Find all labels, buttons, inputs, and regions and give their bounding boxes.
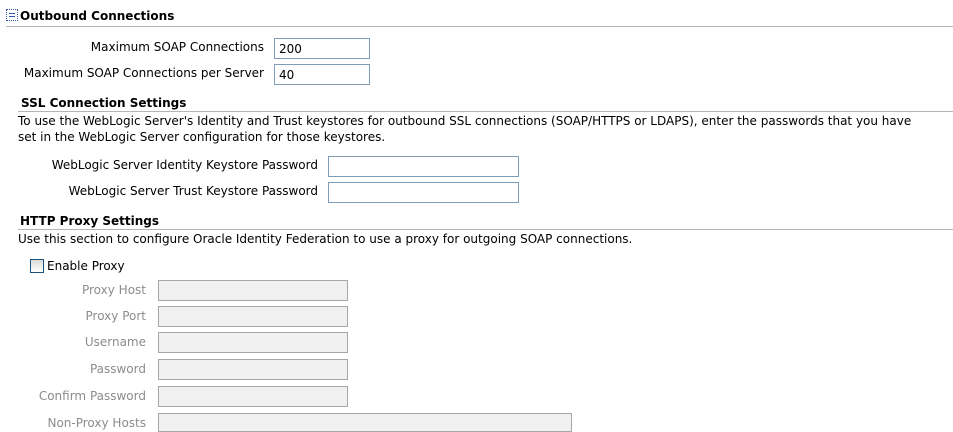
ssl-settings-title: SSL Connection Settings	[21, 96, 187, 110]
identity-keystore-password-input[interactable]	[328, 156, 519, 177]
max-soap-connections-per-server-label: Maximum SOAP Connections per Server	[23, 66, 264, 80]
outbound-connections-title: Outbound Connections	[20, 9, 175, 23]
proxy-host-input[interactable]	[158, 280, 348, 301]
max-soap-connections-input[interactable]: 200	[274, 38, 370, 59]
trust-keystore-password-label: WebLogic Server Trust Keystore Password	[68, 184, 318, 198]
proxy-username-input[interactable]	[158, 332, 348, 353]
max-soap-connections-per-server-input[interactable]: 40	[274, 64, 370, 85]
proxy-confirm-password-label: Confirm Password	[38, 389, 146, 403]
trust-keystore-password-input[interactable]	[328, 182, 519, 203]
proxy-description: Use this section to configure Oracle Ide…	[18, 232, 633, 246]
proxy-port-label: Proxy Port	[85, 309, 146, 323]
ssl-description-line2: set in the WebLogic Server configuration…	[18, 130, 386, 144]
collapse-section-icon[interactable]	[6, 9, 18, 21]
max-soap-connections-label: Maximum SOAP Connections	[90, 40, 264, 54]
section-divider	[6, 26, 953, 27]
proxy-confirm-password-input[interactable]	[158, 386, 348, 407]
proxy-username-label: Username	[84, 335, 146, 349]
section-divider	[18, 111, 953, 112]
proxy-host-label: Proxy Host	[81, 283, 146, 297]
enable-proxy-checkbox[interactable]	[30, 259, 44, 273]
proxy-password-input[interactable]	[158, 359, 348, 380]
identity-keystore-password-label: WebLogic Server Identity Keystore Passwo…	[51, 158, 318, 172]
section-divider	[18, 229, 953, 230]
ssl-description-line1: To use the WebLogic Server's Identity an…	[18, 114, 912, 128]
non-proxy-hosts-input[interactable]	[158, 413, 572, 432]
http-proxy-settings-title: HTTP Proxy Settings	[20, 214, 160, 228]
proxy-password-label: Password	[89, 362, 146, 376]
enable-proxy-label[interactable]: Enable Proxy	[47, 259, 125, 273]
proxy-port-input[interactable]	[158, 306, 348, 327]
non-proxy-hosts-label: Non-Proxy Hosts	[47, 416, 146, 430]
